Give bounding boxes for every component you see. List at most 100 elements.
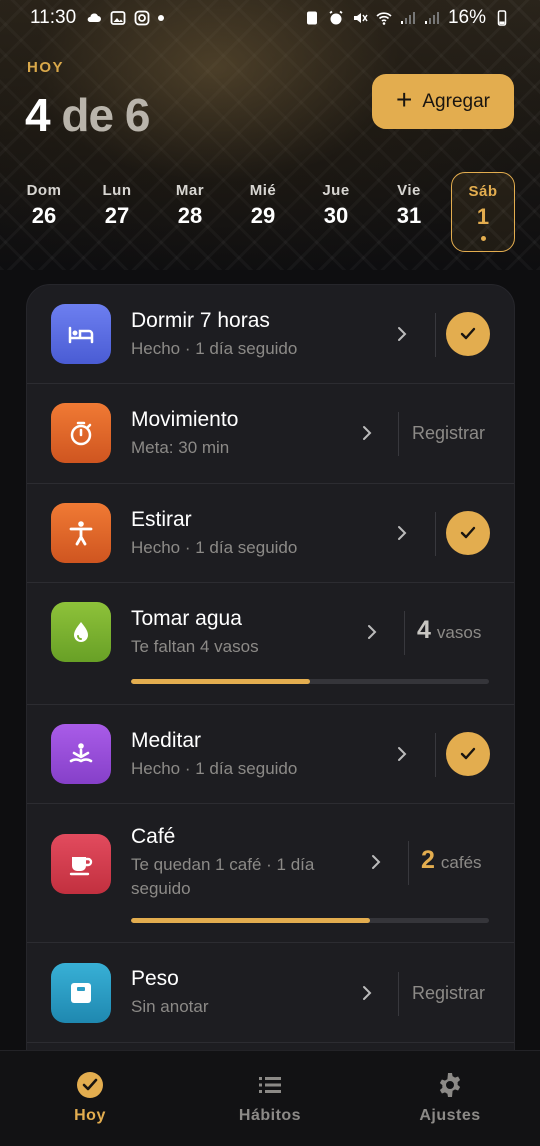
alarm-icon bbox=[329, 10, 343, 25]
day-of-week: Mar bbox=[175, 182, 205, 199]
count-unit: cafés bbox=[440, 853, 482, 872]
nav-label: Hoy bbox=[74, 1107, 106, 1124]
checkmark-icon bbox=[460, 526, 476, 539]
signal-2-icon bbox=[424, 12, 439, 24]
checkmark-icon bbox=[460, 747, 476, 760]
divider bbox=[408, 841, 409, 885]
day-of-week: Sáb bbox=[468, 183, 498, 200]
habit-status: Hecho · 1 día seguido bbox=[131, 759, 298, 778]
nav-label: Ajustes bbox=[419, 1107, 481, 1124]
habit-status: Te faltan 4 vasos bbox=[131, 637, 259, 656]
today-dot-icon bbox=[480, 236, 486, 241]
chevron-right-icon bbox=[368, 625, 377, 639]
coffee-progress-bar bbox=[131, 918, 489, 923]
habit-row-cafe[interactable]: Café Te quedan 1 café · 1 día seguido 2c… bbox=[27, 804, 514, 943]
register-button[interactable]: Registrar bbox=[412, 983, 485, 1004]
nav-label: Hábitos bbox=[238, 1107, 302, 1124]
status-bar: 11:30 16% bbox=[0, 0, 540, 36]
check-done-button[interactable] bbox=[446, 511, 490, 555]
bottom-nav: Hoy Hábitos Ajustes bbox=[0, 1050, 540, 1146]
checkmark-icon bbox=[460, 327, 476, 340]
habit-row-estirar[interactable]: Estirar Hecho · 1 día seguido bbox=[27, 484, 514, 583]
chevron-right-icon bbox=[372, 855, 381, 869]
day-of-week: Lun bbox=[102, 182, 132, 199]
day-monday[interactable]: Lun 27 bbox=[85, 172, 149, 252]
mute-icon bbox=[353, 13, 368, 23]
signal-icon bbox=[400, 12, 415, 24]
chevron-right-icon bbox=[363, 986, 372, 1000]
habit-row-movimiento[interactable]: Movimiento Meta: 30 min Registrar bbox=[27, 384, 514, 484]
notification-dot-icon bbox=[158, 15, 165, 21]
day-wednesday[interactable]: Mié 29 bbox=[231, 172, 295, 252]
meditation-icon bbox=[51, 724, 111, 784]
day-friday[interactable]: Vie 31 bbox=[377, 172, 441, 252]
day-number: 29 bbox=[250, 203, 276, 228]
status-left-icons bbox=[86, 10, 165, 26]
nfc-icon bbox=[306, 11, 317, 25]
add-habit-button[interactable]: + Agregar bbox=[372, 74, 514, 129]
cloud-icon bbox=[87, 13, 102, 22]
habit-row-meditar[interactable]: Meditar Hecho · 1 día seguido bbox=[27, 705, 514, 804]
day-thursday[interactable]: Jue 30 bbox=[304, 172, 368, 252]
divider bbox=[398, 972, 399, 1016]
day-number: 28 bbox=[177, 203, 203, 228]
divider bbox=[398, 412, 399, 456]
week-strip: Dom 26 Lun 27 Mar 28 Mié 29 Jue 30 Vie 31 Sáb 1 bbox=[0, 172, 540, 252]
habit-name: Tomar agua bbox=[131, 607, 242, 630]
instagram-icon bbox=[134, 10, 150, 26]
bed-icon bbox=[51, 304, 111, 364]
day-number: 26 bbox=[31, 203, 57, 228]
water-drop-icon bbox=[51, 602, 111, 662]
divider bbox=[435, 733, 436, 777]
habit-status: Hecho · 1 día seguido bbox=[131, 339, 298, 358]
check-done-button[interactable] bbox=[446, 312, 490, 356]
count-unit: vasos bbox=[436, 623, 482, 642]
habit-row-peso[interactable]: Peso Sin anotar Registrar bbox=[27, 943, 514, 1043]
day-sunday[interactable]: Dom 26 bbox=[12, 172, 76, 252]
chevron-right-icon bbox=[398, 327, 407, 341]
divider bbox=[435, 313, 436, 357]
habit-name: Estirar bbox=[131, 508, 192, 531]
today-label: HOY bbox=[27, 59, 65, 76]
check-circle-icon bbox=[77, 1072, 103, 1098]
person-stretch-icon bbox=[51, 503, 111, 563]
day-number: 31 bbox=[396, 203, 422, 228]
status-right: 16% bbox=[304, 7, 510, 29]
count-total: de 6 bbox=[49, 89, 150, 141]
nav-hoy[interactable]: Hoy bbox=[30, 1071, 150, 1125]
habit-name: Movimiento bbox=[131, 408, 239, 431]
register-button[interactable]: Registrar bbox=[412, 423, 485, 444]
stopwatch-icon bbox=[51, 403, 111, 463]
habit-name: Meditar bbox=[131, 729, 202, 752]
habit-name: Café bbox=[131, 825, 176, 848]
habit-row-tomar-agua[interactable]: Tomar agua Te faltan 4 vasos 4 vasos bbox=[27, 583, 514, 705]
habit-list: Dormir 7 horas Hecho · 1 día seguido Mov… bbox=[26, 284, 515, 1084]
habit-name: Peso bbox=[131, 967, 179, 990]
check-done-button[interactable] bbox=[446, 732, 490, 776]
habit-row-dormir[interactable]: Dormir 7 horas Hecho · 1 día seguido bbox=[27, 285, 514, 384]
image-icon bbox=[110, 11, 126, 25]
add-button-label: Agregar bbox=[422, 90, 490, 112]
wifi-icon bbox=[376, 12, 392, 25]
divider bbox=[435, 512, 436, 556]
water-progress-bar bbox=[131, 679, 489, 684]
chevron-right-icon bbox=[363, 426, 372, 440]
progress-fill bbox=[131, 918, 370, 923]
habit-status: Sin anotar bbox=[131, 997, 209, 1016]
day-of-week: Jue bbox=[322, 182, 350, 199]
water-count: 4 vasos bbox=[417, 616, 481, 645]
day-of-week: Mié bbox=[249, 182, 277, 199]
status-time: 11:30 bbox=[30, 7, 77, 28]
day-saturday-selected[interactable]: Sáb 1 bbox=[451, 172, 515, 252]
nav-ajustes[interactable]: Ajustes bbox=[390, 1071, 510, 1125]
day-tuesday[interactable]: Mar 28 bbox=[158, 172, 222, 252]
day-number: 27 bbox=[104, 203, 130, 228]
progress-fill bbox=[131, 679, 310, 684]
day-number: 30 bbox=[323, 203, 349, 228]
coffee-cup-icon bbox=[51, 834, 111, 894]
chevron-right-icon bbox=[398, 526, 407, 540]
list-icon bbox=[259, 1077, 281, 1093]
nav-habitos[interactable]: Hábitos bbox=[210, 1071, 330, 1125]
scale-icon bbox=[51, 963, 111, 1023]
habits-done-count: 4 de 6 bbox=[25, 88, 150, 142]
